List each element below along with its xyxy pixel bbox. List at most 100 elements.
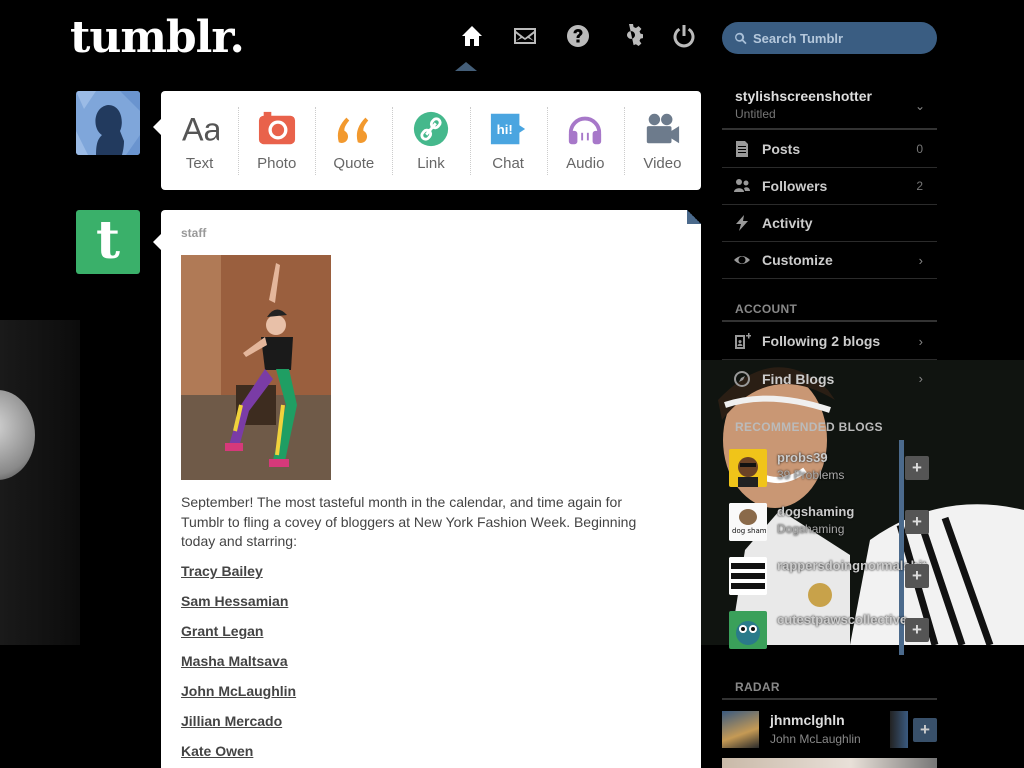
search-icon	[735, 32, 747, 44]
post-body-text: September! The most tasteful month in th…	[181, 494, 637, 549]
blog-avatar	[729, 449, 767, 487]
followers-icon	[734, 179, 750, 192]
gear-icon	[626, 24, 643, 47]
post-type-link-button[interactable]: Link	[392, 91, 469, 190]
svg-text:Aa: Aa	[182, 111, 219, 147]
post-type-label: Quote	[333, 155, 375, 172]
chevron-down-icon: ⌄	[914, 99, 925, 113]
sidebar-item-label: Activity	[762, 215, 813, 231]
post-type-bar: Aa Text Photo Quote Link hi! Chat Audio …	[153, 91, 701, 190]
post-type-quote-button[interactable]: Quote	[315, 91, 392, 190]
sidebar-item-label: Following 2 blogs	[762, 333, 881, 349]
follow-plus-button[interactable]: +	[905, 456, 929, 480]
add-user-icon	[735, 333, 751, 349]
follow-plus-button[interactable]: +	[905, 510, 929, 534]
sidebar-item-customize[interactable]: Customize ›	[722, 242, 937, 279]
radar-avatar	[722, 711, 759, 748]
search-input[interactable]	[753, 30, 923, 46]
follow-plus-button[interactable]: +	[905, 618, 929, 642]
chevron-right-icon: ›	[918, 371, 923, 386]
search-bar[interactable]	[722, 22, 937, 54]
post-type-label: Link	[417, 155, 445, 172]
sidebar-item-label: Posts	[762, 141, 801, 157]
radar-thumbnail	[890, 711, 908, 748]
blog-name: stylishscreenshotter	[735, 88, 872, 104]
follow-plus-button[interactable]: +	[913, 718, 937, 742]
sidebar-item-following[interactable]: Following 2 blogs ›	[722, 323, 937, 360]
radar-blog-name: jhnmclghln	[770, 712, 845, 728]
mail-icon	[513, 28, 536, 44]
active-nav-indicator	[455, 62, 477, 71]
chevron-right-icon: ›	[918, 333, 923, 349]
blogger-link[interactable]: Tracy Bailey	[181, 562, 296, 592]
link-icon	[413, 111, 449, 147]
blogger-link[interactable]: John McLaughlin	[181, 682, 296, 712]
blogger-link[interactable]: Kate Owen	[181, 742, 296, 768]
nav-messages-button[interactable]	[498, 18, 551, 54]
post-card: staff September! The most tasteful month…	[153, 210, 701, 768]
radar-section-title: RADAR	[735, 680, 780, 694]
main-nav	[445, 18, 710, 54]
blog-name: dogshaming	[777, 504, 855, 519]
svg-text:dog sham: dog sham	[732, 527, 767, 535]
nav-logout-button[interactable]	[657, 18, 710, 54]
lightning-icon	[736, 215, 748, 231]
post-type-chat-button[interactable]: hi! Chat	[469, 91, 547, 190]
blogger-link[interactable]: Jillian Mercado	[181, 712, 296, 742]
home-icon	[461, 26, 482, 46]
post-type-label: Chat	[492, 155, 524, 172]
chat-icon: hi!	[491, 113, 526, 145]
sidebar-item-posts[interactable]: Posts 0	[722, 131, 937, 168]
text-icon: Aa	[182, 111, 219, 147]
photo-content	[181, 255, 331, 480]
blog-selector[interactable]: stylishscreenshotter Untitled ⌄	[722, 84, 937, 130]
recommended-blog[interactable]: rappersdoingnormalshit +	[722, 548, 937, 602]
blogger-link[interactable]: Sam Hessamian	[181, 592, 296, 622]
post-fold-corner[interactable]	[687, 210, 701, 224]
sidebar-item-followers[interactable]: Followers 2	[722, 168, 937, 205]
sidebar-item-count: 2	[916, 179, 923, 193]
radar-post[interactable]: jhnmclghln John McLaughlin +	[722, 708, 937, 752]
post-type-label: Text	[185, 155, 214, 172]
background-image-left	[0, 320, 80, 645]
nav-home-button[interactable]	[445, 18, 498, 54]
blogger-link[interactable]: Grant Legan	[181, 622, 296, 652]
help-icon	[566, 25, 589, 47]
sidebar-item-label: Find Blogs	[762, 370, 835, 387]
staff-avatar[interactable]: t	[76, 210, 140, 274]
recommended-blog[interactable]: probs39 39 Problems +	[722, 440, 937, 494]
eye-icon	[734, 256, 750, 264]
tumblr-logo[interactable]: tumblr.	[70, 12, 245, 63]
radar-image-preview[interactable]	[722, 758, 937, 768]
post-type-text-button[interactable]: Aa Text	[161, 91, 238, 190]
post-type-label: Video	[643, 155, 682, 172]
sidebar-item-count: 0	[916, 142, 923, 156]
account-section-title: ACCOUNT	[735, 302, 798, 316]
post-photo[interactable]	[181, 255, 331, 480]
camera-icon	[258, 111, 295, 145]
nav-help-button[interactable]	[551, 18, 604, 54]
blog-name: cutestpawscollective	[777, 612, 908, 627]
post-type-audio-button[interactable]: Audio	[546, 91, 624, 190]
post-type-photo-button[interactable]: Photo	[238, 91, 315, 190]
nav-settings-button[interactable]	[604, 18, 657, 54]
chevron-right-icon: ›	[918, 252, 923, 268]
user-avatar[interactable]	[76, 91, 140, 155]
video-camera-icon	[647, 113, 680, 144]
sidebar-item-activity[interactable]: Activity	[722, 205, 937, 242]
recommended-blog[interactable]: dog sham dogshaming Dogshaming +	[722, 494, 937, 548]
blog-avatar: dog sham	[729, 503, 767, 541]
svg-text:hi!: hi!	[497, 122, 513, 137]
sidebar-item-find-blogs[interactable]: Find Blogs ›	[722, 360, 937, 397]
post-type-video-button[interactable]: Video	[623, 91, 701, 190]
headphones-icon	[569, 116, 602, 145]
follow-plus-button[interactable]: +	[905, 564, 929, 588]
post-type-label: Audio	[566, 155, 605, 172]
section-divider	[722, 320, 937, 322]
recommended-blog[interactable]: cutestpawscollective +	[722, 602, 937, 656]
post-author[interactable]: staff	[181, 226, 206, 240]
section-divider	[722, 698, 937, 700]
blogger-link[interactable]: Masha Maltsava	[181, 652, 296, 682]
quote-icon	[337, 117, 369, 143]
post-type-label: Photo	[257, 155, 297, 172]
